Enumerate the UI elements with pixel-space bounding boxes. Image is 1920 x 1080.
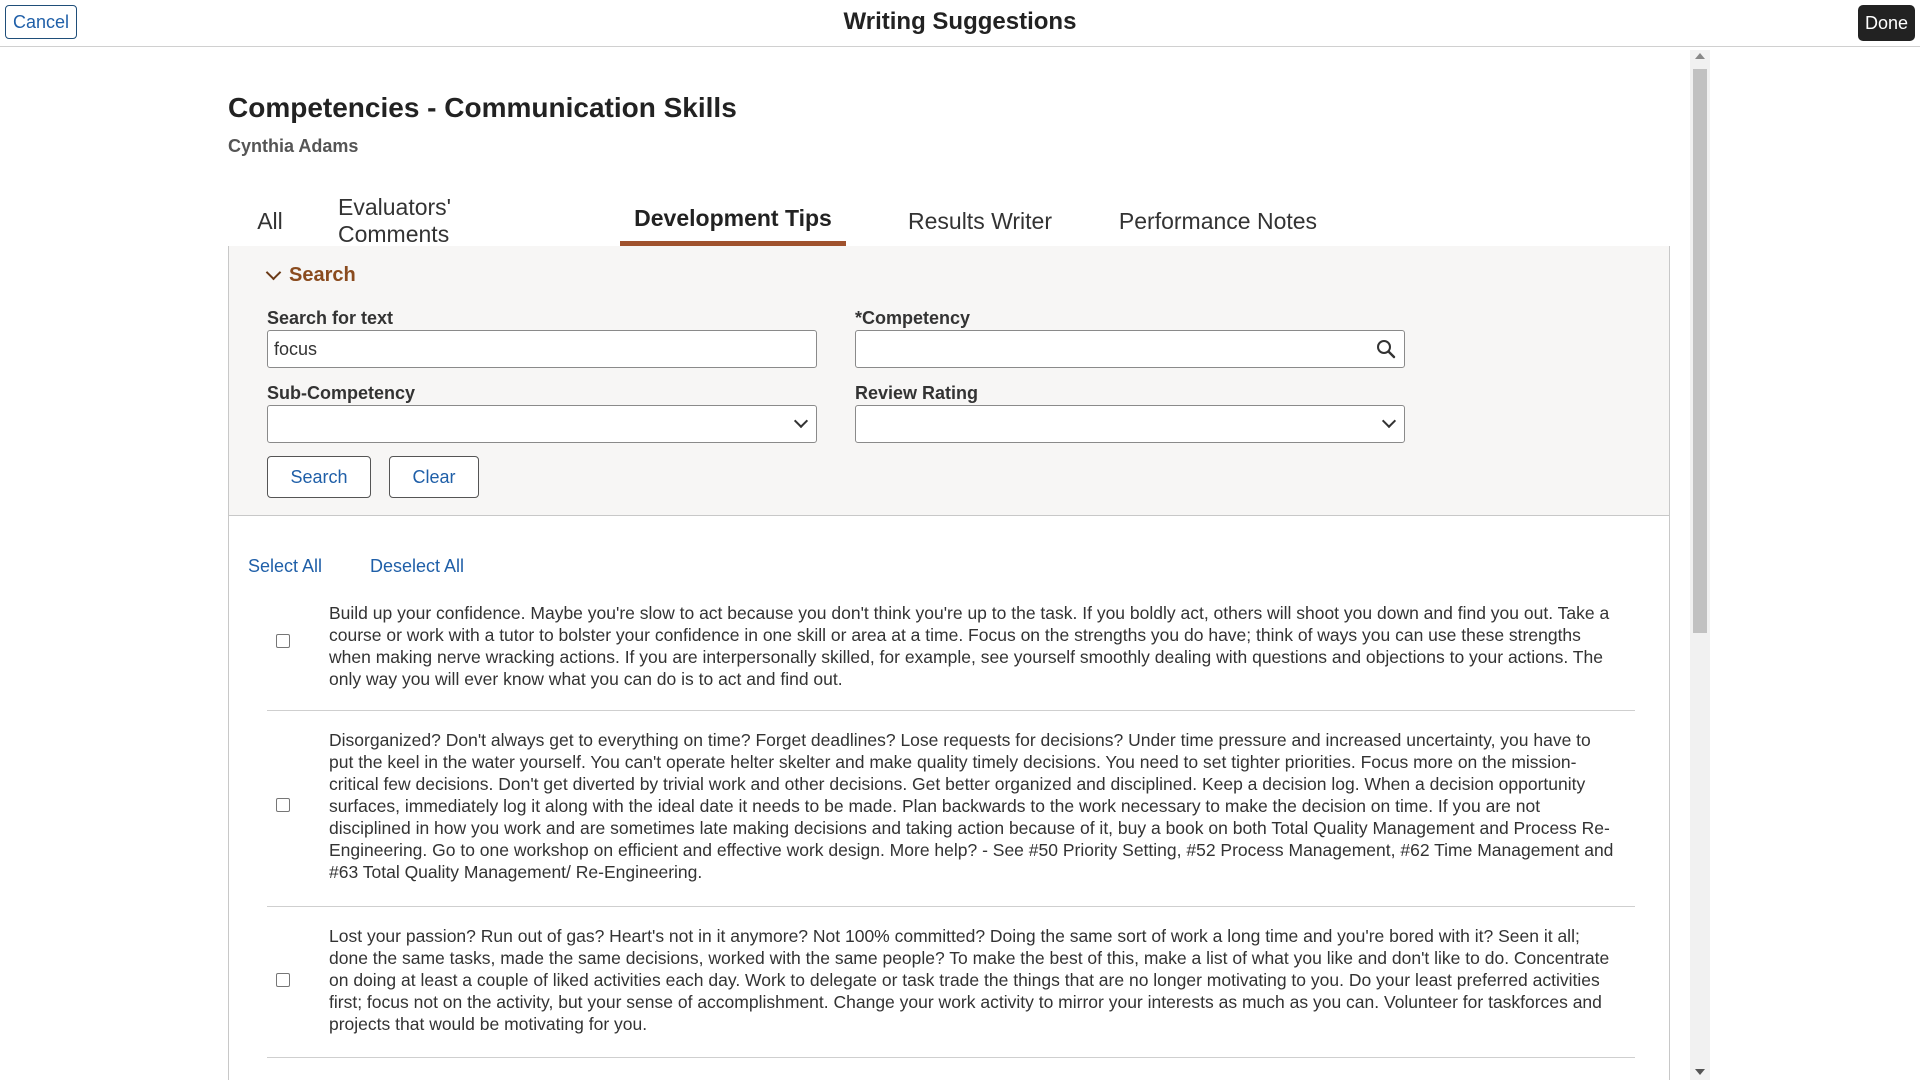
- window-title: Writing Suggestions: [843, 8, 1077, 35]
- tab-performance-notes[interactable]: Performance Notes: [1108, 196, 1328, 246]
- suggestion-text: Build up your confidence. Maybe you're s…: [329, 603, 1610, 689]
- competency-label: *Competency: [855, 308, 971, 328]
- sub-competency-select[interactable]: [267, 405, 817, 443]
- list-item: Lost your passion? Run out of gas? Heart…: [267, 907, 1635, 1058]
- search-section-label: Search: [289, 264, 356, 286]
- done-button[interactable]: Done: [1857, 5, 1915, 41]
- page-title: Competencies - Communication Skills: [228, 92, 737, 123]
- search-icon[interactable]: [1376, 339, 1396, 359]
- review-rating-select[interactable]: [855, 405, 1405, 443]
- item-checkbox[interactable]: [276, 634, 290, 648]
- item-checkbox[interactable]: [276, 973, 290, 987]
- search-panel: Search Search for text focus *Competency…: [228, 246, 1670, 516]
- tab-evaluators-comments[interactable]: Evaluators' Comments: [338, 194, 548, 247]
- vertical-scrollbar[interactable]: [1690, 50, 1710, 1080]
- competency-input[interactable]: [855, 330, 1405, 368]
- chevron-down-icon: [793, 413, 809, 429]
- search-button[interactable]: Search: [267, 456, 371, 498]
- employee-name: Cynthia Adams: [228, 136, 359, 156]
- sub-competency-label: Sub-Competency: [267, 383, 416, 403]
- select-all-link[interactable]: Select All: [248, 556, 322, 577]
- search-text-input[interactable]: focus: [267, 330, 817, 368]
- tab-development-tips[interactable]: Development Tips: [620, 196, 846, 246]
- tab-bar: All Evaluators' Comments Development Tip…: [228, 194, 1670, 247]
- chevron-down-icon: [1381, 413, 1397, 429]
- clear-button[interactable]: Clear: [389, 456, 479, 498]
- review-rating-label: Review Rating: [855, 383, 979, 403]
- tab-all[interactable]: All: [244, 196, 296, 246]
- results-list: Select All Deselect All Build up your co…: [228, 516, 1670, 1080]
- search-text-value: focus: [274, 338, 318, 359]
- search-text-label: Search for text: [267, 308, 394, 328]
- suggestion-text: Lost your passion? Run out of gas? Heart…: [329, 926, 1610, 1034]
- top-bar: Cancel Writing Suggestions Done: [0, 0, 1920, 47]
- scroll-down-arrow-icon[interactable]: [1695, 1069, 1705, 1075]
- search-section-toggle[interactable]: Search: [265, 264, 356, 287]
- suggestion-text: Disorganized? Don't always get to everyt…: [329, 730, 1614, 882]
- scrollbar-thumb[interactable]: [1693, 69, 1707, 633]
- list-item: Build up your confidence. Maybe you're s…: [267, 598, 1635, 711]
- tab-results-writer[interactable]: Results Writer: [900, 196, 1060, 246]
- item-checkbox[interactable]: [276, 798, 290, 812]
- list-item: Disorganized? Don't always get to everyt…: [267, 711, 1635, 907]
- chevron-down-icon: [265, 264, 282, 281]
- deselect-all-link[interactable]: Deselect All: [370, 556, 464, 577]
- scroll-up-arrow-icon[interactable]: [1695, 53, 1705, 59]
